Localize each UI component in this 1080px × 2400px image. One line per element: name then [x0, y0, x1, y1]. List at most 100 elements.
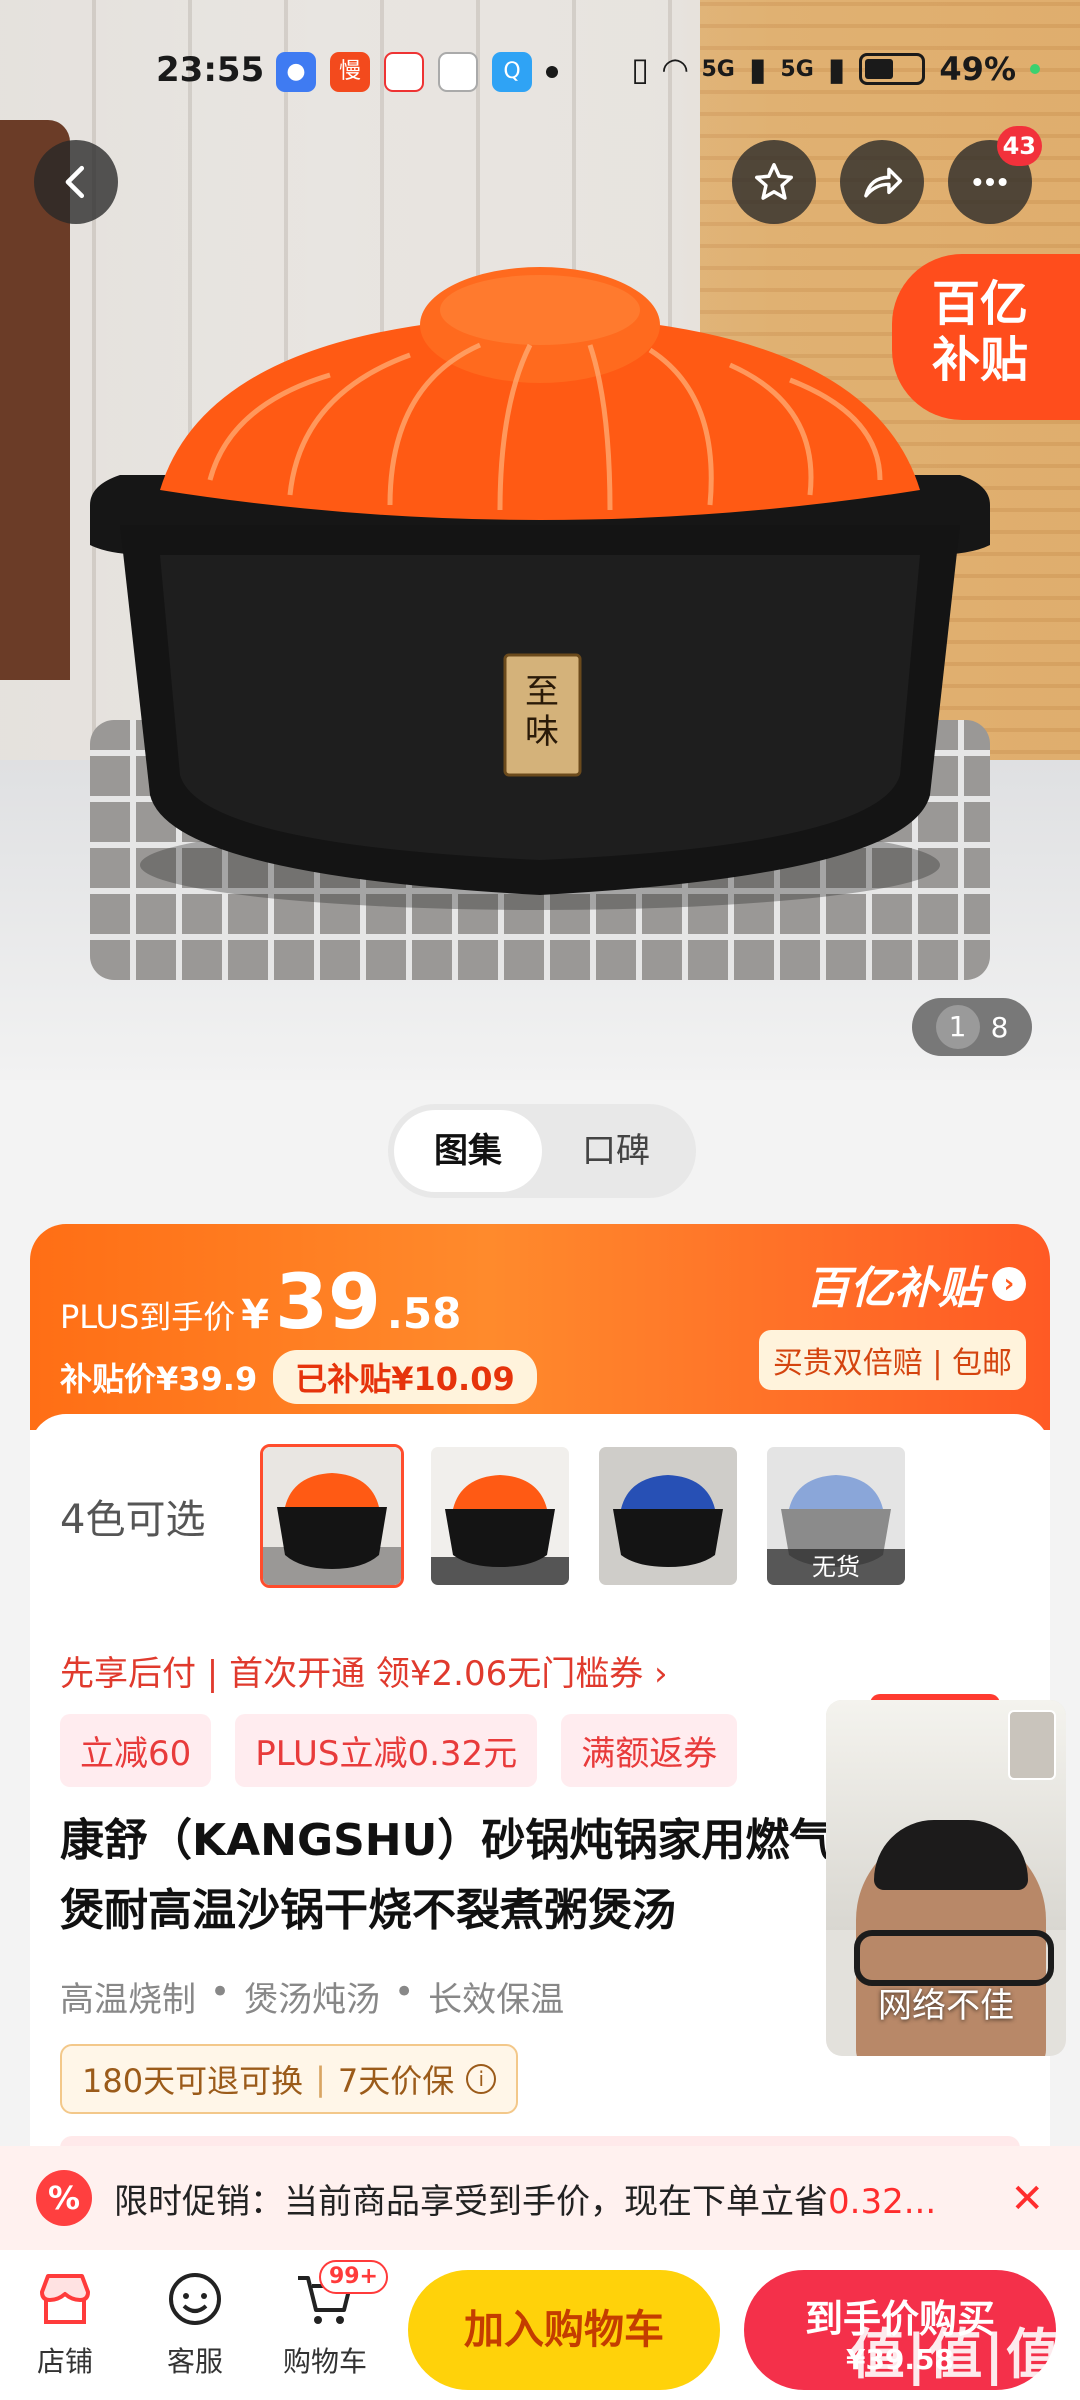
feature-tag: 长效保温: [428, 1980, 565, 2020]
pot-label-line1: 至: [525, 672, 559, 712]
plus-price-label: PLUS到手价: [60, 1298, 236, 1336]
image-counter: 1 8: [912, 998, 1032, 1056]
chevron-right-icon: ›: [992, 1267, 1026, 1301]
customer-service-button[interactable]: 客服: [140, 2264, 250, 2380]
share-icon: [864, 167, 903, 198]
subsidy-brand-block[interactable]: 百亿补贴 › 买贵双倍赔 | 包邮: [758, 1252, 1026, 1390]
price-decimal: .58: [386, 1289, 462, 1338]
subsidy-corner-badge[interactable]: 百亿 补贴: [892, 254, 1080, 420]
info-icon: i: [466, 2064, 497, 2094]
status-app-icons: ● 慢 Q: [276, 52, 558, 92]
price-header: PLUS到手价 ¥ 39 .58 补贴价¥39.9 已补贴¥10.09 百亿补贴…: [30, 1224, 1050, 1430]
product-image-carousel[interactable]: 至 味 23:55 ● 慢 Q ▯ ◠ 5G ▮ 5G ▮ 49% 43 百亿 …: [0, 0, 1080, 1080]
subsidy-brand: 百亿补贴: [806, 1263, 982, 1314]
privacy-dot-icon: [1030, 64, 1040, 74]
image-index: 1: [935, 1005, 980, 1049]
feature-tag: 煲汤炖汤: [244, 1980, 381, 2020]
variant-blue-image: [599, 1447, 737, 1585]
variant-thumb-orange-stove[interactable]: [428, 1444, 572, 1588]
share-button[interactable]: [840, 140, 924, 224]
realme-icon: [438, 52, 478, 92]
subsidized-amount: 已补贴¥10.09: [273, 1350, 537, 1404]
star-icon: [755, 163, 793, 200]
baidu-icon: ●: [276, 52, 316, 92]
variant-thumb-orange[interactable]: [260, 1444, 404, 1588]
price-protection: 7天价保: [337, 2062, 455, 2100]
cart-button[interactable]: 99+ 购物车: [270, 2260, 388, 2380]
signal-2-icon: ▮: [827, 50, 846, 88]
more-dot-icon: [546, 66, 558, 78]
battery-icon: [859, 53, 926, 85]
guarantee-separator: |: [315, 2060, 326, 2098]
search-app-icon: Q: [492, 52, 532, 92]
service-icon: [169, 2273, 221, 2325]
product-title: 康舒（KANGSHU）砂锅炖锅家用燃气砂锅煲耐高温沙锅干烧不裂煮粥煲汤: [60, 1815, 922, 1936]
status-bar: 23:55 ● 慢 Q ▯ ◠ 5G ▮ 5G ▮ 49%: [0, 0, 1080, 140]
feature-separator: •: [210, 1972, 231, 2012]
chip-discount-60[interactable]: 立减60: [60, 1714, 212, 1787]
more-button[interactable]: 43: [948, 126, 1042, 224]
network-poor-message: 网络不佳: [878, 1986, 1014, 2026]
record-icon: [384, 52, 424, 92]
subsidy-corner-line1: 百亿: [932, 276, 1029, 332]
status-time: 23:55: [156, 50, 265, 90]
close-icon[interactable]: ✕: [1010, 2176, 1044, 2222]
add-to-cart-button[interactable]: 加入购物车: [408, 2270, 720, 2390]
cart-count-badge: 99+: [318, 2260, 388, 2294]
cart-label: 购物车: [282, 2345, 367, 2378]
signal-2-label: 5G: [780, 56, 814, 82]
status-right: ▯ ◠ 5G ▮ 5G ▮ 49%: [631, 50, 1040, 88]
promo-prefix: 限时促销：当前商品享受到手价，现在下单立省: [114, 2181, 828, 2222]
battery-percent: 49%: [939, 50, 1016, 88]
service-label: 客服: [166, 2345, 223, 2378]
out-of-stock-label: 无货: [767, 1549, 905, 1585]
discount-chips: 立减60 PLUS立减0.32元 满额返券: [60, 1714, 738, 1787]
chip-coupon-return[interactable]: 满额返券: [561, 1714, 738, 1787]
subsidy-price: 补贴价¥39.9: [60, 1360, 258, 1398]
watermark-main: 值|值|值: [850, 2323, 1062, 2386]
subsidy-guarantee-tag: 买贵双倍赔 | 包邮: [758, 1330, 1026, 1390]
tab-reviews[interactable]: 口碑: [542, 1110, 690, 1192]
promo-text: 限时促销：当前商品享受到手价，现在下单立省0.32...: [114, 2174, 974, 2223]
feature-tag: 高温烧制: [60, 1980, 196, 2020]
price-block: PLUS到手价 ¥ 39 .58 补贴价¥39.9 已补贴¥10.09: [60, 1262, 537, 1404]
store-icon: [40, 2274, 90, 2324]
percent-icon: %: [36, 2170, 92, 2226]
video-call-overlay[interactable]: 网络不佳: [826, 1700, 1066, 2056]
price-integer: 39: [275, 1257, 381, 1346]
more-dots-icon: [973, 177, 1007, 187]
gallery-toggle: 图集 口碑: [388, 1104, 696, 1198]
signal-1-label: 5G: [701, 56, 735, 82]
feature-tags: 高温烧制 • 煲汤炖汤 • 长效保温: [60, 1972, 564, 2021]
return-policy: 180天可退可换: [82, 2062, 304, 2100]
video-self-preview[interactable]: [1008, 1710, 1056, 1780]
back-button[interactable]: [34, 140, 118, 224]
store-label: 店铺: [36, 2345, 93, 2378]
variant-orange-image: [263, 1447, 401, 1585]
tab-gallery[interactable]: 图集: [394, 1110, 542, 1192]
vibrate-icon: ▯: [631, 50, 649, 88]
credit-payment-link[interactable]: 先享后付 | 首次开通 领¥2.06无门槛券 ›: [60, 1646, 668, 1695]
wifi-icon: ◠: [662, 50, 688, 88]
pot-label-line2: 味: [525, 712, 559, 752]
variant-thumb-blue-soldout[interactable]: 无货: [764, 1444, 908, 1588]
promo-amount: 0.32...: [828, 2181, 937, 2222]
chevron-left-icon: [65, 165, 85, 199]
favorite-button[interactable]: [732, 140, 816, 224]
variant-thumb-blue[interactable]: [596, 1444, 740, 1588]
app-slow-icon: 慢: [330, 52, 370, 92]
variant-orange-stove-image: [431, 1447, 569, 1585]
promo-banner[interactable]: % 限时促销：当前商品享受到手价，现在下单立省0.32... ✕: [0, 2146, 1080, 2250]
store-button[interactable]: 店铺: [10, 2264, 120, 2380]
feature-separator: •: [394, 1972, 415, 2012]
service-guarantee[interactable]: 180天可退可换 | 7天价保 i: [60, 2044, 519, 2114]
product-page: 至 味 23:55 ● 慢 Q ▯ ◠ 5G ▮ 5G ▮ 49% 43 百亿 …: [0, 0, 1080, 2400]
watermark-url: zhizhizhi.com: [851, 2389, 1062, 2400]
color-variants: 4色可选 无货: [60, 1444, 908, 1588]
chip-plus-discount[interactable]: PLUS立减0.32元: [235, 1714, 538, 1787]
watermark: 值|值|值 zhizhizhi.com: [851, 2310, 1062, 2400]
currency-symbol: ¥: [241, 1292, 270, 1338]
subsidy-corner-line2: 补贴: [932, 332, 1029, 388]
image-total: 8: [990, 1010, 1009, 1044]
message-count-badge: 43: [996, 126, 1042, 166]
